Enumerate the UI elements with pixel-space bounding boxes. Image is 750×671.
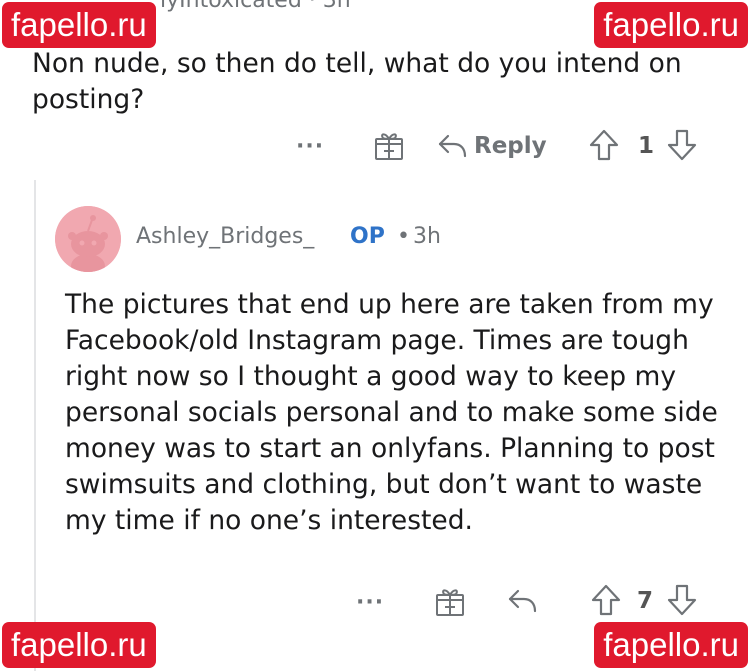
username[interactable]: Ashley_Bridges_ — [136, 224, 314, 249]
gift-icon — [436, 589, 464, 616]
watermark-top-right: fapello.ru — [594, 2, 748, 48]
upvote-arrow-icon — [591, 584, 621, 616]
downvote-button[interactable] — [666, 128, 698, 166]
comment-timestamp: 3h — [413, 224, 441, 249]
thread-line[interactable] — [34, 180, 36, 671]
avatar[interactable] — [55, 206, 121, 272]
more-options-button[interactable]: ··· — [356, 590, 384, 615]
parent-comment-meta: lyIntoxicated · 3h — [160, 0, 351, 13]
reply-arrow-icon — [508, 589, 537, 613]
snoo-avatar-icon — [55, 206, 121, 272]
upvote-button[interactable] — [588, 128, 620, 166]
op-badge: OP — [350, 224, 385, 249]
parent-comment-body: Non nude, so then do tell, what do you i… — [32, 48, 682, 115]
upvote-arrow-icon — [589, 129, 619, 161]
reply-comment-actions: ··· — [356, 584, 384, 620]
watermark-top-left: fapello.ru — [2, 2, 156, 48]
upvote-button[interactable] — [590, 583, 622, 621]
award-button[interactable] — [372, 128, 406, 166]
watermark-bottom-right: fapello.ru — [594, 622, 748, 668]
downvote-button[interactable] — [666, 583, 698, 621]
gift-icon — [375, 133, 403, 160]
more-options-button[interactable]: ··· — [296, 134, 324, 159]
watermark-bottom-left: fapello.ru — [2, 622, 156, 668]
downvote-arrow-icon — [667, 129, 697, 161]
reply-button[interactable]: Reply — [436, 128, 547, 164]
award-button[interactable] — [433, 584, 467, 622]
parent-comment-actions: ··· — [296, 128, 324, 164]
meta-separator: • — [397, 224, 410, 249]
reply-comment-body: The pictures that end up here are taken … — [65, 289, 718, 536]
vote-count: 1 — [638, 133, 655, 159]
reply-button[interactable] — [506, 586, 538, 620]
reply-arrow-icon — [438, 134, 467, 158]
downvote-arrow-icon — [667, 584, 697, 616]
vote-count: 7 — [637, 588, 654, 614]
reply-label: Reply — [474, 133, 547, 159]
